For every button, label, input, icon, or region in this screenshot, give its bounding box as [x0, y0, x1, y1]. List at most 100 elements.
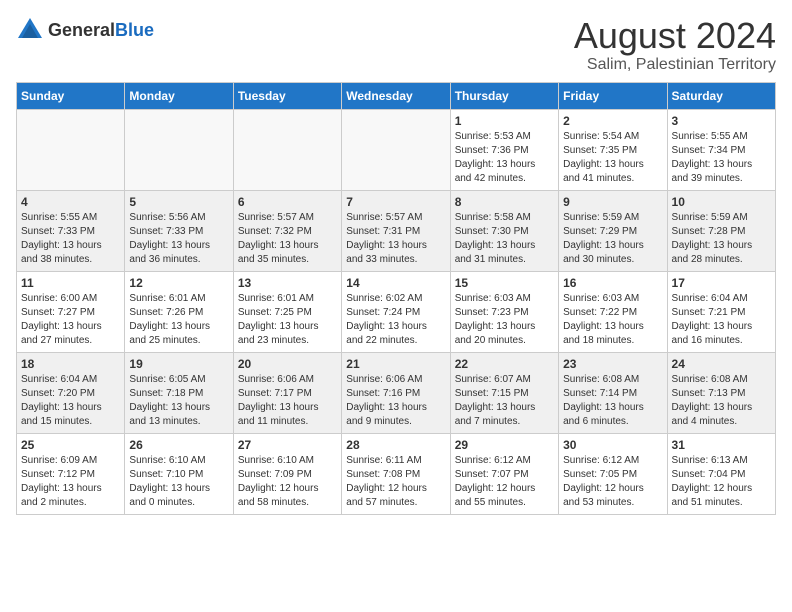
week-row: 1 Sunrise: 5:53 AM Sunset: 7:36 PM Daylig…: [17, 109, 776, 190]
day-info: Sunrise: 6:10 AM Sunset: 7:10 PM Dayligh…: [129, 454, 228, 510]
day-number: 27: [238, 438, 337, 452]
week-row: 11 Sunrise: 6:00 AM Sunset: 7:27 PM Dayli…: [17, 271, 776, 352]
day-number: 24: [672, 357, 771, 371]
day-info: Sunrise: 6:10 AM Sunset: 7:09 PM Dayligh…: [238, 454, 337, 510]
logo: GeneralBlue: [16, 16, 154, 44]
day-number: 5: [129, 195, 228, 209]
day-info: Sunrise: 6:05 AM Sunset: 7:18 PM Dayligh…: [129, 373, 228, 429]
day-info: Sunrise: 5:54 AM Sunset: 7:35 PM Dayligh…: [563, 130, 662, 186]
day-number: 10: [672, 195, 771, 209]
calendar-cell: 7 Sunrise: 5:57 AM Sunset: 7:31 PM Daylig…: [342, 190, 450, 271]
day-info: Sunrise: 5:53 AM Sunset: 7:36 PM Dayligh…: [455, 130, 554, 186]
day-info: Sunrise: 6:02 AM Sunset: 7:24 PM Dayligh…: [346, 292, 445, 348]
day-number: 1: [455, 114, 554, 128]
calendar-cell: 9 Sunrise: 5:59 AM Sunset: 7:29 PM Daylig…: [559, 190, 667, 271]
day-info: Sunrise: 6:08 AM Sunset: 7:14 PM Dayligh…: [563, 373, 662, 429]
calendar-cell: 17 Sunrise: 6:04 AM Sunset: 7:21 PM Dayli…: [667, 271, 775, 352]
calendar-cell: 28 Sunrise: 6:11 AM Sunset: 7:08 PM Dayli…: [342, 433, 450, 514]
day-number: 22: [455, 357, 554, 371]
calendar-cell: [342, 109, 450, 190]
calendar-cell: 13 Sunrise: 6:01 AM Sunset: 7:25 PM Dayli…: [233, 271, 341, 352]
day-number: 15: [455, 276, 554, 290]
day-number: 14: [346, 276, 445, 290]
calendar-cell: 27 Sunrise: 6:10 AM Sunset: 7:09 PM Dayli…: [233, 433, 341, 514]
day-number: 8: [455, 195, 554, 209]
calendar-cell: 5 Sunrise: 5:56 AM Sunset: 7:33 PM Daylig…: [125, 190, 233, 271]
day-info: Sunrise: 6:06 AM Sunset: 7:16 PM Dayligh…: [346, 373, 445, 429]
week-row: 4 Sunrise: 5:55 AM Sunset: 7:33 PM Daylig…: [17, 190, 776, 271]
calendar-cell: 4 Sunrise: 5:55 AM Sunset: 7:33 PM Daylig…: [17, 190, 125, 271]
day-info: Sunrise: 5:58 AM Sunset: 7:30 PM Dayligh…: [455, 211, 554, 267]
day-info: Sunrise: 5:59 AM Sunset: 7:28 PM Dayligh…: [672, 211, 771, 267]
day-info: Sunrise: 6:08 AM Sunset: 7:13 PM Dayligh…: [672, 373, 771, 429]
day-number: 21: [346, 357, 445, 371]
day-info: Sunrise: 6:01 AM Sunset: 7:26 PM Dayligh…: [129, 292, 228, 348]
day-info: Sunrise: 6:12 AM Sunset: 7:07 PM Dayligh…: [455, 454, 554, 510]
day-number: 9: [563, 195, 662, 209]
calendar-cell: 11 Sunrise: 6:00 AM Sunset: 7:27 PM Dayli…: [17, 271, 125, 352]
header-cell-thursday: Thursday: [450, 82, 558, 109]
calendar-cell: [233, 109, 341, 190]
title-area: August 2024 Salim, Palestinian Territory: [574, 16, 776, 74]
day-number: 16: [563, 276, 662, 290]
calendar-cell: 20 Sunrise: 6:06 AM Sunset: 7:17 PM Dayli…: [233, 352, 341, 433]
day-info: Sunrise: 6:00 AM Sunset: 7:27 PM Dayligh…: [21, 292, 120, 348]
day-number: 25: [21, 438, 120, 452]
day-info: Sunrise: 6:12 AM Sunset: 7:05 PM Dayligh…: [563, 454, 662, 510]
day-number: 19: [129, 357, 228, 371]
header-cell-monday: Monday: [125, 82, 233, 109]
day-number: 23: [563, 357, 662, 371]
calendar-cell: 15Sunrise: 6:03 AM Sunset: 7:23 PM Dayli…: [450, 271, 558, 352]
day-number: 7: [346, 195, 445, 209]
calendar-cell: 12 Sunrise: 6:01 AM Sunset: 7:26 PM Dayli…: [125, 271, 233, 352]
day-info: Sunrise: 6:13 AM Sunset: 7:04 PM Dayligh…: [672, 454, 771, 510]
logo-general: General: [48, 20, 115, 40]
calendar-cell: 25 Sunrise: 6:09 AM Sunset: 7:12 PM Dayli…: [17, 433, 125, 514]
header-row: SundayMondayTuesdayWednesdayThursdayFrid…: [17, 82, 776, 109]
day-number: 20: [238, 357, 337, 371]
calendar-cell: 19 Sunrise: 6:05 AM Sunset: 7:18 PM Dayli…: [125, 352, 233, 433]
calendar-cell: 24 Sunrise: 6:08 AM Sunset: 7:13 PM Dayli…: [667, 352, 775, 433]
calendar-cell: 21 Sunrise: 6:06 AM Sunset: 7:16 PM Dayli…: [342, 352, 450, 433]
calendar-cell: 30 Sunrise: 6:12 AM Sunset: 7:05 PM Dayli…: [559, 433, 667, 514]
day-info: Sunrise: 6:09 AM Sunset: 7:12 PM Dayligh…: [21, 454, 120, 510]
day-info: Sunrise: 6:04 AM Sunset: 7:20 PM Dayligh…: [21, 373, 120, 429]
day-number: 13: [238, 276, 337, 290]
day-info: Sunrise: 6:11 AM Sunset: 7:08 PM Dayligh…: [346, 454, 445, 510]
day-info: Sunrise: 6:03 AM Sunset: 7:22 PM Dayligh…: [563, 292, 662, 348]
day-info: Sunrise: 6:04 AM Sunset: 7:21 PM Dayligh…: [672, 292, 771, 348]
day-number: 2: [563, 114, 662, 128]
day-info: Sunrise: 5:55 AM Sunset: 7:33 PM Dayligh…: [21, 211, 120, 267]
day-info: Sunrise: 5:56 AM Sunset: 7:33 PM Dayligh…: [129, 211, 228, 267]
day-info: Sunrise: 5:57 AM Sunset: 7:32 PM Dayligh…: [238, 211, 337, 267]
week-row: 25 Sunrise: 6:09 AM Sunset: 7:12 PM Dayli…: [17, 433, 776, 514]
calendar-cell: 2 Sunrise: 5:54 AM Sunset: 7:35 PM Daylig…: [559, 109, 667, 190]
day-info: Sunrise: 6:01 AM Sunset: 7:25 PM Dayligh…: [238, 292, 337, 348]
calendar-cell: 14 Sunrise: 6:02 AM Sunset: 7:24 PM Dayli…: [342, 271, 450, 352]
calendar-cell: 18Sunrise: 6:04 AM Sunset: 7:20 PM Dayli…: [17, 352, 125, 433]
day-number: 26: [129, 438, 228, 452]
day-number: 12: [129, 276, 228, 290]
day-number: 29: [455, 438, 554, 452]
calendar-cell: 16 Sunrise: 6:03 AM Sunset: 7:22 PM Dayli…: [559, 271, 667, 352]
header-cell-wednesday: Wednesday: [342, 82, 450, 109]
day-info: Sunrise: 6:06 AM Sunset: 7:17 PM Dayligh…: [238, 373, 337, 429]
header-cell-sunday: Sunday: [17, 82, 125, 109]
calendar-cell: 8 Sunrise: 5:58 AM Sunset: 7:30 PM Daylig…: [450, 190, 558, 271]
header-cell-saturday: Saturday: [667, 82, 775, 109]
day-number: 28: [346, 438, 445, 452]
calendar-cell: 1 Sunrise: 5:53 AM Sunset: 7:36 PM Daylig…: [450, 109, 558, 190]
day-info: Sunrise: 5:57 AM Sunset: 7:31 PM Dayligh…: [346, 211, 445, 267]
calendar-cell: 10 Sunrise: 5:59 AM Sunset: 7:28 PM Dayli…: [667, 190, 775, 271]
calendar-cell: 23 Sunrise: 6:08 AM Sunset: 7:14 PM Dayli…: [559, 352, 667, 433]
week-row: 18Sunrise: 6:04 AM Sunset: 7:20 PM Dayli…: [17, 352, 776, 433]
day-number: 30: [563, 438, 662, 452]
day-number: 11: [21, 276, 120, 290]
day-info: Sunrise: 6:07 AM Sunset: 7:15 PM Dayligh…: [455, 373, 554, 429]
day-number: 6: [238, 195, 337, 209]
calendar-cell: [17, 109, 125, 190]
day-info: Sunrise: 5:59 AM Sunset: 7:29 PM Dayligh…: [563, 211, 662, 267]
day-number: 4: [21, 195, 120, 209]
logo-icon: [16, 16, 44, 44]
day-number: 17: [672, 276, 771, 290]
